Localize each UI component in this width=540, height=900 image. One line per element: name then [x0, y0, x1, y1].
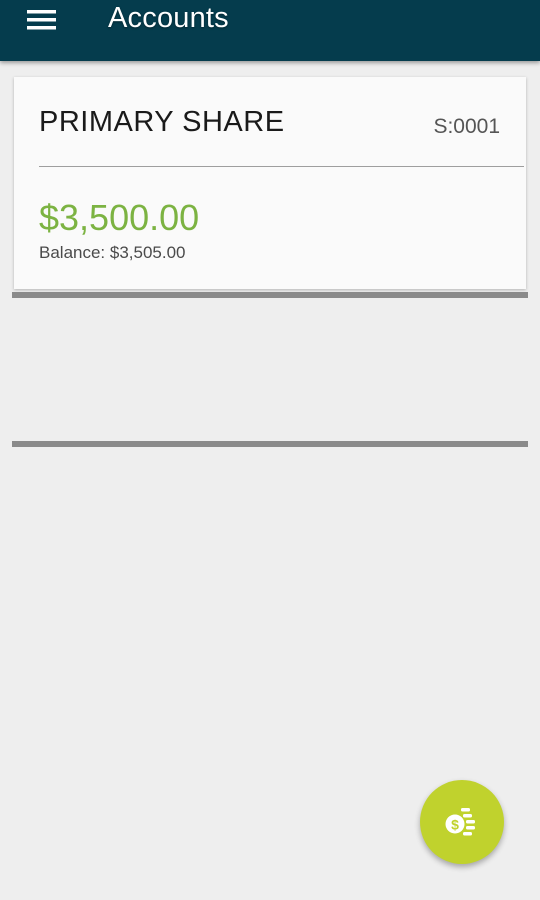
coins-transfer-icon: $	[445, 808, 475, 836]
menu-button[interactable]	[22, 4, 62, 38]
hamburger-menu-icon	[27, 10, 56, 30]
empty-account-section	[12, 298, 528, 441]
page-title: Accounts	[108, 2, 229, 34]
app-bar: Accounts	[0, 0, 540, 61]
svg-text:$: $	[451, 817, 459, 833]
balance-text: Balance: $3,505.00	[39, 243, 186, 262]
section-divider-bottom	[12, 441, 528, 447]
available-amount: $3,500.00	[39, 197, 200, 238]
card-divider	[39, 166, 524, 167]
account-name: PRIMARY SHARE	[39, 106, 285, 138]
transfer-fab-button[interactable]: $	[420, 780, 504, 864]
account-id: S:0001	[433, 115, 500, 138]
account-card[interactable]: PRIMARY SHARE S:0001 $3,500.00 Balance: …	[14, 77, 526, 289]
